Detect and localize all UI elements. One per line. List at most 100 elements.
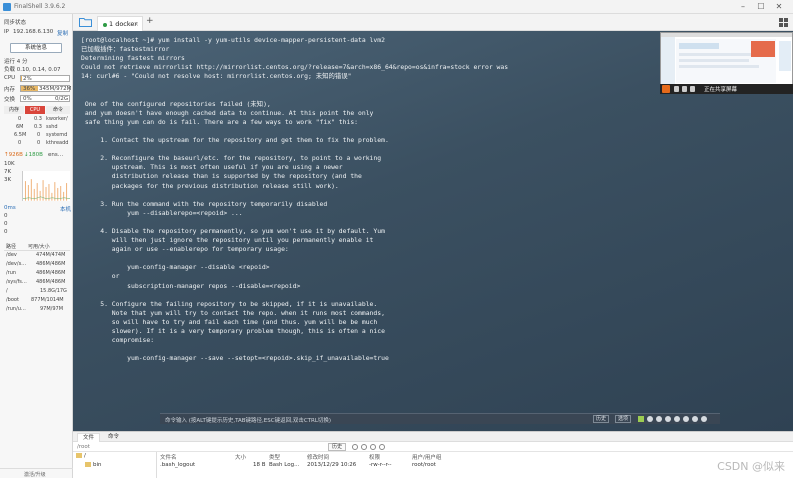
folder-icon (85, 462, 91, 467)
menu-icon[interactable] (701, 416, 707, 422)
tab-docker[interactable]: 1 docker × (97, 16, 143, 31)
terminal-line: Note that yum will try to contact the re… (81, 308, 385, 317)
proc-tab-cmd[interactable]: 命令 (46, 106, 70, 114)
disk-path: /sys/fs… (6, 279, 27, 285)
disk-size: 486M/486M (36, 270, 66, 276)
terminal-text: [root@localhost ~]# yum install -y yum-u… (81, 36, 508, 363)
process-row: 6.5M 0 systemd (4, 132, 70, 139)
file-panel-tabs: 文件 命令 (73, 432, 793, 442)
process-row: 6M 0.3 sshd (4, 124, 70, 131)
folder-icon[interactable] (79, 17, 92, 27)
proc-cpu: 0.3 (34, 116, 42, 122)
terminal-line: yum-config-manager --disable <repoid> (81, 263, 270, 272)
command-input[interactable]: 命令输入 (按ALT键提示历史,TAB键路径,ESC键返回,双击CTRL切换) (165, 416, 331, 424)
disk-row: /sys/fs… 486M/486M (4, 279, 70, 287)
download-icon[interactable] (692, 416, 698, 422)
net-download: ↓180B (24, 152, 43, 158)
terminal-line: will then just ignore the repository unt… (81, 236, 374, 245)
terminal-line: and yum doesn't have enough cached data … (81, 108, 374, 117)
microphone-icon[interactable] (674, 86, 679, 92)
window-titlebar: FinalShell 3.9.6.2 – ☐ ✕ (0, 0, 793, 14)
col-header-type[interactable]: 类型 (269, 453, 280, 461)
disk-path: /run (6, 270, 17, 276)
screen-share-bar: 正在共享屏幕 (660, 84, 793, 94)
latency-host[interactable]: 本机 (60, 205, 71, 213)
terminal-line: 4. Disable the repository permanently, s… (81, 226, 385, 235)
tab-commands[interactable]: 命令 (103, 433, 124, 442)
disk-header-size: 可用/大小 (28, 244, 50, 250)
close-window-button[interactable]: ✕ (772, 1, 786, 13)
app-icon (3, 3, 11, 11)
speaker-icon[interactable] (682, 86, 687, 92)
grid-view-icon[interactable] (779, 18, 788, 27)
command-options-button[interactable]: 选项 (615, 415, 632, 423)
add-tab-button[interactable]: + (146, 16, 154, 26)
terminal-line: One of the configured repositories faile… (81, 99, 271, 108)
minimize-button[interactable]: – (736, 1, 750, 13)
tab-files[interactable]: 文件 (77, 433, 101, 442)
proc-tab-mem[interactable]: 内存 (4, 106, 24, 114)
disk-path: /run/u… (6, 306, 26, 312)
file-name[interactable]: .bash_logout (160, 462, 195, 468)
process-table-header: 内存 CPU 命令 (4, 106, 70, 114)
activate-upgrade-link[interactable]: 激活/升级 (24, 471, 46, 478)
command-history-button[interactable]: 历史 (593, 415, 610, 423)
refresh-icon[interactable] (352, 444, 358, 450)
proc-cmd: kthreadd (46, 140, 69, 146)
path-input[interactable]: /root (75, 443, 323, 451)
file-modified: 2013/12/29 10:26 (307, 462, 357, 468)
col-header-modified[interactable]: 修改时间 (307, 453, 329, 461)
file-manager-panel: 文件 命令 /root 历史 / bin 文件名 大小 类型 修改时间 权限 用… (73, 431, 793, 478)
net-interface-select[interactable]: ens… (48, 152, 63, 158)
disk-row: / 15.8G/17G (4, 288, 70, 296)
disk-row: /dev 474M/474M (4, 252, 70, 260)
proc-cmd: systemd (46, 132, 68, 138)
up-directory-icon[interactable] (361, 444, 367, 450)
col-header-permission[interactable]: 权限 (369, 453, 380, 461)
image-icon[interactable] (656, 416, 662, 422)
col-header-name[interactable]: 文件名 (160, 453, 177, 461)
terminal-output[interactable]: [root@localhost ~]# yum install -y yum-u… (73, 31, 793, 431)
folder-icon (76, 453, 82, 458)
terminal-line: upstream. This is most often useful if y… (81, 163, 343, 172)
disk-row: /boot 877M/1014M (4, 297, 70, 305)
terminal-line: 14: curl#6 - "Could not resolve host: mi… (81, 72, 352, 81)
disk-header-path: 路径 (6, 244, 17, 250)
download-icon[interactable] (370, 444, 376, 450)
camera-icon[interactable] (690, 86, 695, 92)
net-scale-high: 10K (4, 161, 15, 167)
tree-node-bin[interactable]: bin (85, 462, 102, 468)
copy-ip-link[interactable]: 复制 (57, 29, 68, 37)
copy-icon[interactable] (647, 416, 653, 422)
zoom-icon[interactable] (674, 416, 680, 422)
gear-icon[interactable] (683, 416, 689, 422)
lightning-icon[interactable] (638, 416, 644, 422)
close-tab-icon[interactable]: × (134, 20, 139, 28)
path-history-button[interactable]: 历史 (328, 443, 347, 451)
system-info-button[interactable]: 系统信息 (10, 43, 62, 53)
mem-label: 内存 (4, 87, 16, 93)
proc-tab-cpu[interactable]: CPU (25, 106, 45, 114)
proc-mem: 6.5M (14, 132, 27, 138)
upload-icon[interactable] (379, 444, 385, 450)
col-header-size[interactable]: 大小 (235, 453, 246, 461)
col-header-owner[interactable]: 用户/用户组 (412, 453, 441, 461)
tree-node-root[interactable]: / (76, 453, 86, 459)
latency-label: 0ms (4, 205, 16, 211)
proc-cpu: 0 (37, 140, 41, 146)
directory-tree: / bin (73, 452, 157, 478)
disk-size: 486M/486M (36, 279, 66, 285)
disk-path: /boot (6, 297, 19, 303)
terminal-line: [root@localhost ~]# yum install -y yum-u… (81, 36, 385, 44)
cpu-label: CPU (4, 75, 16, 81)
search-icon[interactable] (665, 416, 671, 422)
window-title: FinalShell 3.9.6.2 (14, 3, 66, 10)
terminal-line: subscription-manager repos --disable=<re… (81, 281, 301, 290)
swap-bar: 0% 0/2G (20, 95, 70, 102)
latency-value: 0 (4, 229, 8, 235)
command-input-bar[interactable]: 命令输入 (按ALT键提示历史,TAB键路径,ESC键返回,双击CTRL切换) … (160, 413, 720, 424)
terminal-line: again or use --enablerepo for temporary … (81, 245, 289, 254)
maximize-button[interactable]: ☐ (754, 1, 768, 13)
